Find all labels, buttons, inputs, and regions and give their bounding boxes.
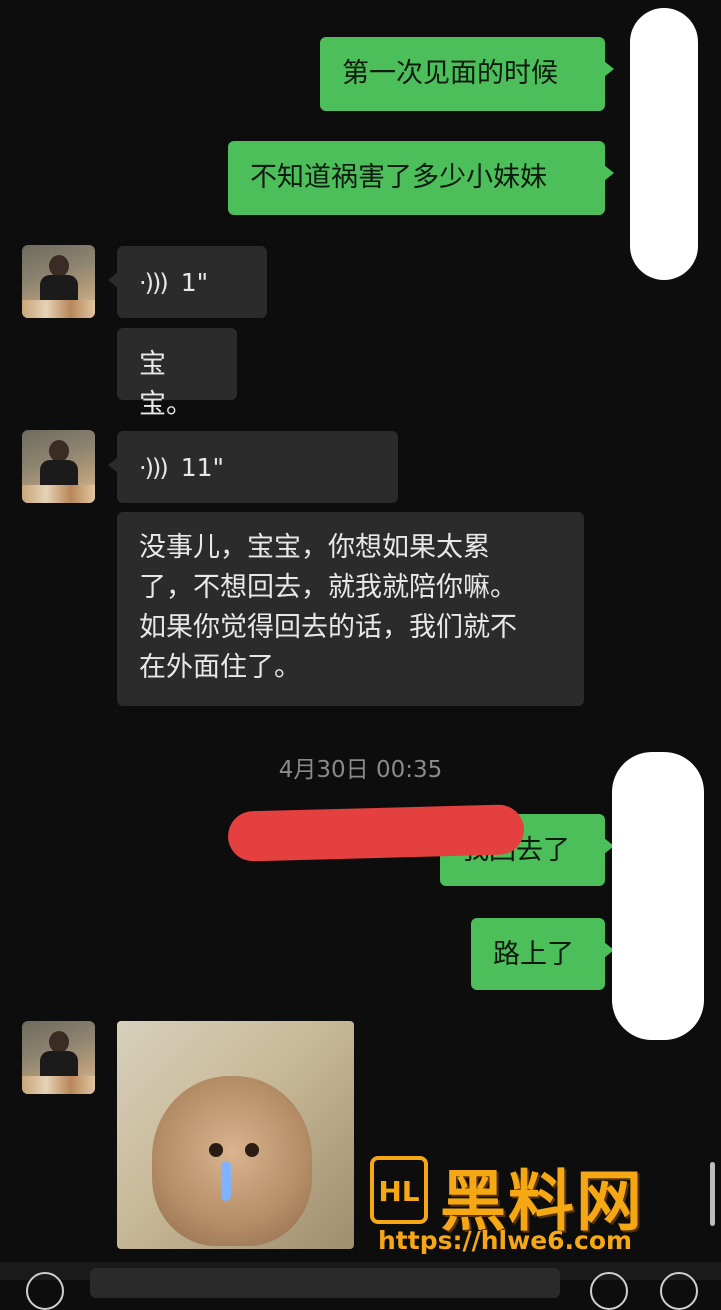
message-line: 如果你觉得回去的话，我们就不	[139, 612, 517, 643]
outgoing-message[interactable]: 路上了	[471, 918, 614, 990]
watermark: HL 黑料网 https://hlwe6.com	[368, 1150, 698, 1260]
outgoing-message[interactable]: 不知道祸害了多少小妹妹	[228, 141, 614, 215]
message-text: 第一次见面的时候	[342, 58, 558, 89]
voice-wave-icon: ·)))	[139, 269, 169, 297]
voice-duration: 1"	[180, 268, 209, 297]
avatar-table	[22, 485, 95, 503]
bear-eye	[245, 1143, 259, 1157]
message-line: 没事儿，宝宝，你想如果太累	[139, 532, 490, 563]
bear-eye	[209, 1143, 223, 1157]
scrollbar[interactable]	[710, 1162, 715, 1226]
incoming-message[interactable]: 没事儿，宝宝，你想如果太累 了，不想回去，就我就陪你嘛。 如果你觉得回去的话，我…	[117, 512, 584, 706]
chat-timestamp: 4月30日 00:35	[278, 757, 443, 783]
message-text: 路上了	[493, 939, 574, 970]
avatar-figure-head	[49, 440, 69, 462]
voice-wave-icon: ·)))	[139, 454, 169, 482]
voice-toggle-icon[interactable]	[26, 1272, 64, 1310]
message-text: 不知道祸害了多少小妹妹	[250, 162, 547, 193]
image-message[interactable]	[117, 1021, 354, 1249]
voice-message[interactable]: ·))) 11"	[108, 431, 398, 503]
message-line: 了，不想回去，就我就陪你嘛。	[139, 572, 517, 603]
plus-icon[interactable]	[660, 1272, 698, 1310]
avatar[interactable]	[22, 430, 95, 503]
avatar-figure-head	[49, 255, 69, 277]
message-text: 宝宝。	[139, 349, 193, 420]
white-redaction-mark	[630, 8, 698, 280]
avatar[interactable]	[22, 245, 95, 318]
watermark-logo: HL	[370, 1156, 428, 1224]
emoji-icon[interactable]	[590, 1272, 628, 1310]
red-redaction-mark	[227, 804, 525, 862]
watermark-url: https://hlwe6.com	[378, 1226, 633, 1255]
voice-content: ·))) 1"	[139, 263, 245, 303]
avatar[interactable]	[22, 1021, 95, 1094]
message-line: 在外面住了。	[139, 652, 301, 683]
bear-tear	[221, 1161, 231, 1201]
incoming-message[interactable]: 宝宝。	[117, 328, 237, 420]
avatar-table	[22, 300, 95, 318]
avatar-figure-head	[49, 1031, 69, 1053]
avatar-table	[22, 1076, 95, 1094]
voice-message[interactable]: ·))) 1"	[108, 246, 267, 318]
voice-duration: 11"	[180, 453, 225, 482]
message-input[interactable]	[90, 1268, 560, 1298]
bear-cub-figure	[152, 1076, 312, 1246]
voice-content: ·))) 11"	[139, 448, 376, 488]
white-redaction-mark	[612, 752, 704, 1040]
input-bar	[0, 1262, 721, 1310]
outgoing-message[interactable]: 第一次见面的时候	[320, 37, 614, 111]
